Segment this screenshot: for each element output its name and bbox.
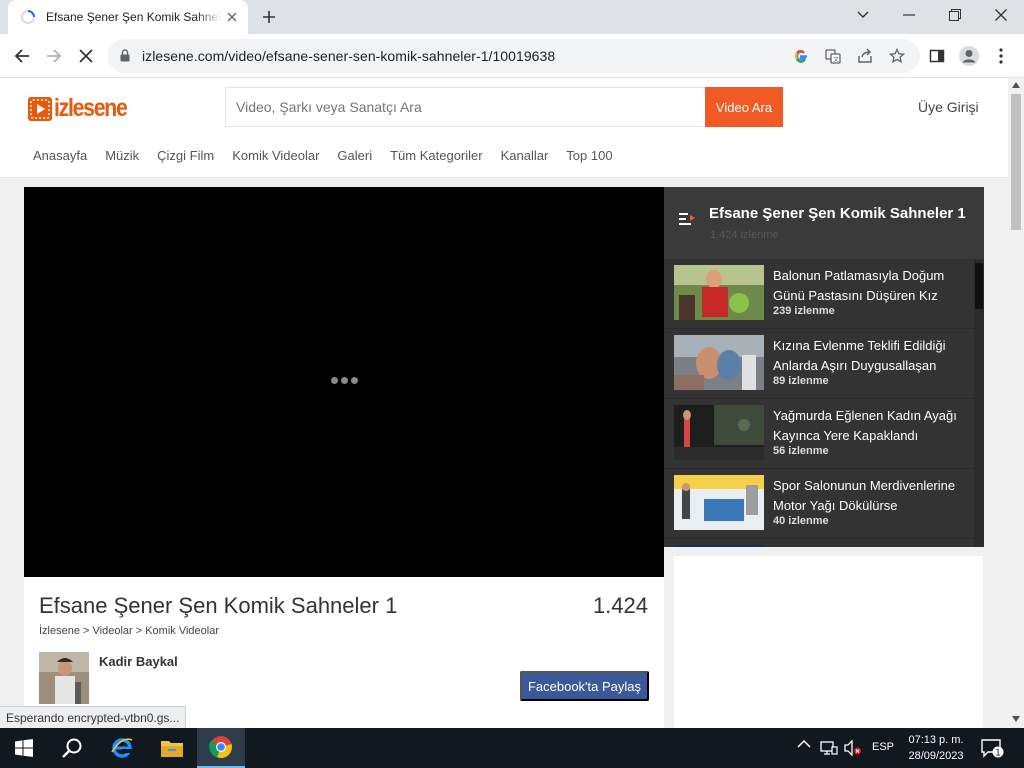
scroll-down-arrow-icon[interactable]	[1012, 716, 1020, 722]
nav-item-music[interactable]: Müzik	[105, 148, 139, 163]
playlist-item-views: 89 izlenme	[773, 375, 829, 387]
url-text: izlesene.com/video/efsane-sener-sen-komi…	[142, 48, 556, 64]
facebook-share-button[interactable]: Facebook'ta Paylaş	[520, 671, 649, 701]
playlist-item-views: 40 izlenme	[773, 515, 829, 527]
playlist-item-views: 239 izlenme	[773, 305, 835, 317]
close-window-icon[interactable]	[978, 0, 1024, 30]
nav-item-funny-videos[interactable]: Komik Videolar	[232, 148, 319, 163]
windows-taskbar: ESP 07:13 p. m. 28/09/2023 1	[0, 728, 1024, 768]
channel-avatar[interactable]	[39, 652, 89, 704]
notification-count: 1	[995, 749, 1001, 759]
nav-item-channels[interactable]: Kanallar	[501, 148, 549, 163]
video-player[interactable]	[24, 187, 664, 577]
input-language[interactable]: ESP	[872, 741, 894, 753]
bookmark-star-icon[interactable]	[888, 47, 906, 65]
playlist-item[interactable]: Balonun Patlamasıyla Doğum Günü Pastasın…	[664, 259, 984, 329]
page-scrollbar-thumb[interactable]	[1011, 94, 1021, 230]
minimize-icon[interactable]	[886, 0, 932, 30]
izlesene-logo[interactable]: izlesene	[28, 94, 139, 123]
lock-icon[interactable]	[120, 49, 130, 67]
playlist-list: Balonun Patlamasıyla Doğum Günü Pastasın…	[664, 259, 984, 547]
main-nav: Anasayfa Müzik Çizgi Film Komik Videolar…	[33, 148, 631, 163]
playlist-views: 1.424 izlenme	[710, 229, 779, 241]
nav-item-cartoons[interactable]: Çizgi Film	[157, 148, 214, 163]
breadcrumb[interactable]: İzlesene > Videolar > Komik Videolar	[39, 625, 219, 637]
web-page: izlesene Video Ara Üye Girişi Anasayfa M…	[0, 78, 1008, 728]
video-thumbnail[interactable]	[674, 405, 764, 460]
playlist-header: Efsane Şener Şen Komik Sahneler 1 1.424 …	[664, 187, 984, 259]
volume-muted-icon[interactable]	[844, 740, 862, 756]
page-scrollbar[interactable]	[1008, 78, 1024, 728]
more-menu-icon[interactable]	[990, 45, 1012, 67]
back-arrow-icon[interactable]	[10, 44, 34, 68]
playlist-item[interactable]: Spor Salonunun Merdivenlerine Motor Yağı…	[664, 469, 984, 539]
logo-mark-icon	[28, 96, 52, 121]
nav-item-gallery[interactable]: Galeri	[337, 148, 372, 163]
playlist-item-views: 56 izlenme	[773, 445, 829, 457]
google-icon[interactable]	[792, 47, 810, 65]
side-panel-icon[interactable]	[926, 45, 948, 67]
share-icon[interactable]	[856, 47, 874, 65]
clock-date: 28/09/2023	[908, 750, 964, 762]
network-icon[interactable]	[820, 740, 838, 756]
video-thumbnail[interactable]	[674, 545, 764, 547]
nav-item-top-100[interactable]: Top 100	[566, 148, 612, 163]
nav-item-all-categories[interactable]: Tüm Kategoriler	[390, 148, 482, 163]
svg-text:文: 文	[833, 56, 839, 64]
loading-dots-icon	[331, 377, 358, 384]
logo-text: izlesene	[54, 94, 128, 122]
file-explorer-icon[interactable]	[148, 728, 196, 768]
tab-search-chevron-icon[interactable]	[840, 0, 886, 30]
playlist-item[interactable]: Yağmurda Eğlenen Kadın Ayağı Kayınca Yer…	[664, 399, 984, 469]
browser-tab-strip: Efsane Şener Şen Komik Sahneler 1 - izle…	[0, 0, 1024, 34]
playlist-item[interactable]	[664, 539, 984, 547]
playlist-item-title[interactable]: Balonun Patlamasıyla Doğum Günü Pastasın…	[773, 266, 969, 306]
restore-icon[interactable]	[932, 0, 978, 30]
search-icon[interactable]	[48, 728, 96, 768]
playlist-scrollbar[interactable]	[974, 259, 984, 547]
playlist-item-title[interactable]: Kızına Evlenme Teklifi Edildiği Anlarda …	[773, 336, 969, 376]
show-hidden-icons-chevron-icon[interactable]	[797, 740, 811, 748]
translate-icon[interactable]: 文	[824, 47, 842, 65]
playlist-icon	[678, 211, 696, 232]
playlist-item-title[interactable]: Yağmurda Eğlenen Kadın Ayağı Kayınca Yer…	[773, 406, 969, 446]
video-title: Efsane Şener Şen Komik Sahneler 1	[39, 593, 398, 618]
stop-loading-icon[interactable]	[74, 44, 98, 68]
browser-tab-active[interactable]: Efsane Şener Şen Komik Sahneler 1 - izle…	[8, 0, 248, 34]
address-bar[interactable]: izlesene.com/video/efsane-sener-sen-komi…	[108, 39, 920, 73]
tab-title: Efsane Şener Şen Komik Sahneler 1 - izle…	[46, 10, 222, 24]
playlist-scrollbar-thumb[interactable]	[975, 263, 983, 309]
playlist-title: Efsane Şener Şen Komik Sahneler 1	[709, 205, 966, 222]
view-count: 1.424	[592, 593, 648, 618]
login-link[interactable]: Üye Girişi	[918, 99, 979, 115]
scroll-up-arrow-icon[interactable]	[1012, 82, 1020, 88]
site-header: izlesene Video Ara Üye Girişi Anasayfa M…	[0, 78, 1008, 178]
search-box	[225, 87, 705, 127]
video-thumbnail[interactable]	[674, 335, 764, 390]
taskbar-clock[interactable]: 07:13 p. m. 28/09/2023	[900, 732, 972, 764]
playlist-panel: Efsane Şener Şen Komik Sahneler 1 1.424 …	[664, 187, 984, 547]
forward-arrow-icon[interactable]	[42, 44, 66, 68]
clock-time: 07:13 p. m.	[908, 734, 964, 746]
search-input[interactable]	[226, 88, 705, 126]
loading-spinner-icon	[20, 9, 36, 25]
notification-center-icon[interactable]: 1	[980, 738, 1004, 763]
internet-explorer-icon[interactable]	[98, 728, 146, 768]
playlist-item[interactable]: Kızına Evlenme Teklifi Edildiği Anlarda …	[664, 329, 984, 399]
search-button[interactable]: Video Ara	[705, 87, 783, 127]
playlist-item-title[interactable]: Spor Salonunun Merdivenlerine Motor Yağı…	[773, 476, 969, 516]
channel-name[interactable]: Kadir Baykal	[99, 654, 178, 669]
windows-start-icon[interactable]	[0, 728, 48, 768]
video-thumbnail[interactable]	[674, 475, 764, 530]
chrome-taskbar-icon[interactable]	[197, 728, 245, 768]
browser-toolbar: izlesene.com/video/efsane-sener-sen-komi…	[0, 34, 1024, 78]
profile-avatar-icon[interactable]	[958, 45, 980, 67]
nav-item-home[interactable]: Anasayfa	[33, 148, 87, 163]
status-bubble: Esperando encrypted-vtbn0.gs...	[0, 706, 187, 728]
ad-placeholder	[674, 556, 983, 728]
new-tab-button[interactable]	[258, 7, 280, 27]
close-tab-icon[interactable]	[224, 9, 240, 25]
video-thumbnail[interactable]	[674, 265, 764, 320]
